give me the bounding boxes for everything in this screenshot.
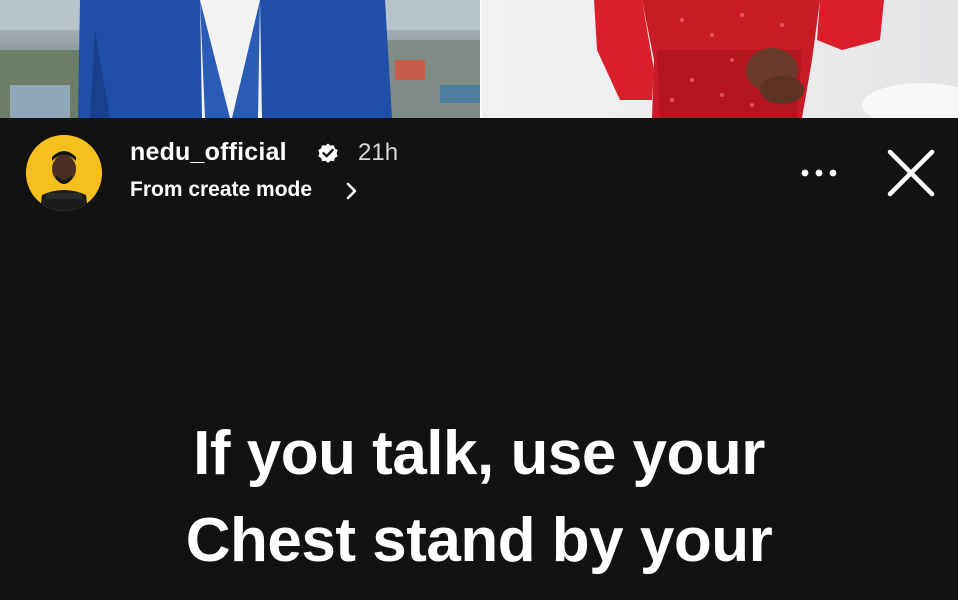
more-options-icon[interactable] [796, 162, 842, 184]
photo-man-blue-suit [0, 0, 480, 118]
story-photo-strip [0, 0, 958, 118]
story-viewer[interactable]: nedu_official 21h From create mode If yo… [0, 118, 958, 600]
create-mode-link[interactable]: From create mode [130, 178, 312, 202]
story-timestamp: 21h [358, 139, 399, 166]
story-text-line-1: If you talk, use your [193, 419, 765, 488]
avatar[interactable] [26, 135, 102, 211]
username[interactable]: nedu_official [130, 138, 287, 167]
story-text-line-2: Chest stand by your [185, 506, 773, 575]
close-icon[interactable] [884, 146, 938, 200]
photo-woman-illustration [594, 0, 958, 118]
chevron-right-icon[interactable] [345, 181, 359, 201]
verified-badge-icon [318, 143, 338, 163]
avatar-image [26, 135, 102, 211]
photo-man-illustration [0, 0, 480, 118]
photo-woman-red-dress [482, 0, 958, 118]
